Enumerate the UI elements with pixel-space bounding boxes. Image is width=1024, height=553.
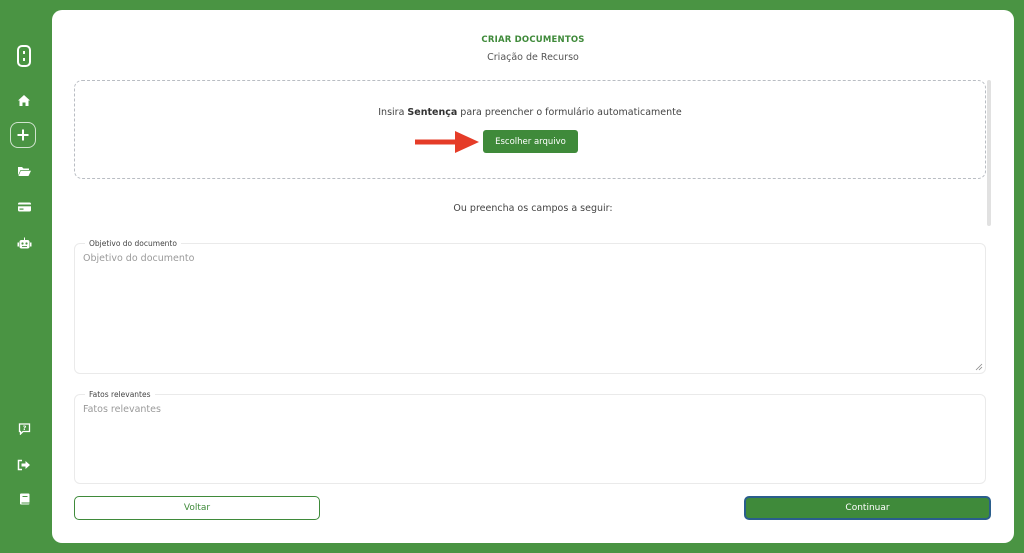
folder-open-icon[interactable] xyxy=(10,157,38,185)
upload-text-suffix: para preencher o formulário automaticame… xyxy=(457,107,682,118)
fatos-label: Fatos relevantes xyxy=(85,389,155,400)
plus-icon[interactable] xyxy=(10,122,36,148)
book-icon[interactable] xyxy=(10,485,38,513)
objetivo-placeholder: Objetivo do documento xyxy=(83,253,195,264)
upload-dropzone[interactable]: Insira Sentença para preencher o formulá… xyxy=(74,80,986,179)
fatos-placeholder: Fatos relevantes xyxy=(83,404,161,415)
page-title: CRIAR DOCUMENTOS xyxy=(481,35,585,45)
main-card: CRIAR DOCUMENTOS Criação de Recurso Insi… xyxy=(52,10,1014,543)
resize-handle-icon[interactable] xyxy=(975,363,983,371)
fatos-field[interactable]: Fatos relevantes Fatos relevantes xyxy=(74,389,986,484)
logo-icon[interactable] xyxy=(10,42,38,70)
choose-file-button[interactable]: Escolher arquivo xyxy=(483,130,578,153)
continue-button[interactable]: Continuar xyxy=(744,496,991,520)
robot-icon[interactable] xyxy=(10,229,38,257)
upload-instructions: Insira Sentença para preencher o formulá… xyxy=(75,107,985,118)
objetivo-label: Objetivo do documento xyxy=(85,238,181,249)
svg-text:?: ? xyxy=(22,424,26,432)
help-icon[interactable]: ? xyxy=(10,415,38,443)
upload-text-bold: Sentença xyxy=(407,107,458,118)
sidebar: ? xyxy=(0,0,48,553)
arrow-right-icon xyxy=(415,131,479,153)
credit-card-icon[interactable] xyxy=(10,193,38,221)
home-icon[interactable] xyxy=(10,86,38,114)
objetivo-field[interactable]: Objetivo do documento Objetivo do docume… xyxy=(74,238,986,374)
upload-text-prefix: Insira xyxy=(378,107,408,118)
or-fill-fields-text: Ou preencha os campos a seguir: xyxy=(453,203,613,214)
logout-icon[interactable] xyxy=(10,451,38,479)
page-subtitle: Criação de Recurso xyxy=(487,52,579,63)
back-button[interactable]: Voltar xyxy=(74,496,320,520)
